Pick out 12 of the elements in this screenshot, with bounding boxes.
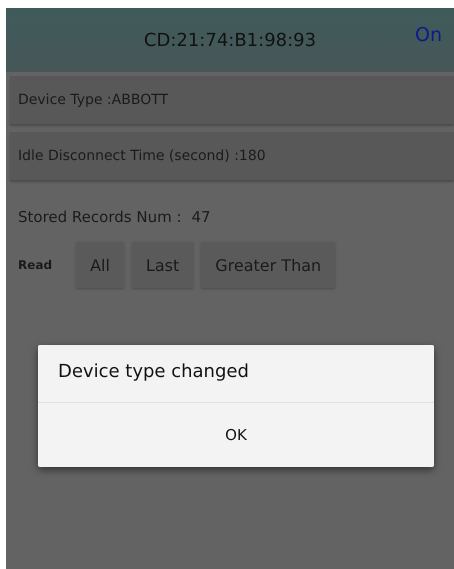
records-label: Stored Records Num :	[18, 208, 182, 226]
info-field: Device Type :ABBOTT	[10, 76, 454, 124]
read-label: Read	[18, 258, 52, 272]
ok-button[interactable]: OK	[38, 403, 434, 467]
records-count: 47	[192, 208, 211, 226]
dialog-message: Device type changed	[57, 360, 250, 384]
read-button[interactable]: All	[76, 242, 124, 288]
connection-status[interactable]: On	[415, 24, 442, 46]
read-button[interactable]: Greater Than	[201, 242, 336, 288]
read-button[interactable]: Last	[132, 242, 194, 288]
info-field: Idle Disconnect Time (second) :180	[10, 132, 454, 180]
device-address: CD:21:74:B1:98:93	[144, 30, 316, 50]
